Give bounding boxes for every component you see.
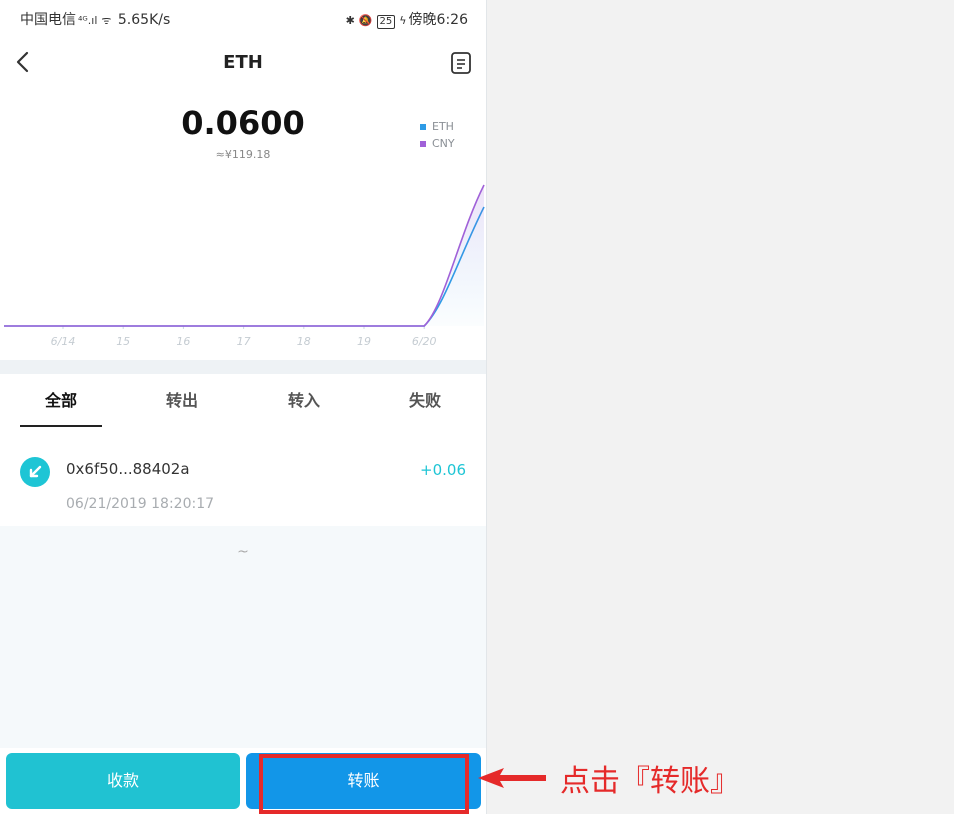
receive-button[interactable]: 收款 (6, 753, 240, 809)
nav-bar: ETH (0, 36, 486, 90)
bluetooth-icon: ✱ (345, 14, 355, 27)
tab-failed[interactable]: 失败 (364, 374, 486, 428)
chart-legend: ETH CNY (420, 118, 455, 152)
incoming-transfer-icon (20, 457, 50, 487)
transaction-time: 06/21/2019 18:20:17 (66, 496, 215, 512)
carrier-name: 中国电信 (20, 12, 76, 28)
tab-all[interactable]: 全部 (0, 374, 122, 428)
wifi-icon: ᯤ (101, 14, 112, 27)
x-tick-label: 6/20 (412, 335, 437, 348)
mute-icon: 🔕 (358, 14, 373, 27)
x-tick-label: 17 (237, 335, 251, 348)
tab-incoming[interactable]: 转入 (243, 374, 365, 428)
x-tick-label: 18 (297, 335, 311, 348)
legend-label-cny: CNY (432, 137, 455, 150)
series-area-fill (4, 185, 484, 326)
clock: 傍晚6:26 (408, 12, 468, 28)
legend-label-eth: ETH (432, 120, 454, 133)
transaction-hash: 0x6f50...88402a (66, 460, 190, 478)
legend-swatch-cny (420, 141, 426, 147)
x-tick-label: 15 (116, 335, 130, 348)
legend-item-cny: CNY (420, 135, 455, 152)
transaction-tabs: 全部 转出 转入 失败 (0, 374, 486, 428)
tab-outgoing[interactable]: 转出 (121, 374, 243, 428)
network-speed: 5.65K/s (117, 12, 171, 28)
status-left: 中国电信 ⁴ᴳ.ıl ᯤ 5.65K/s (20, 9, 170, 29)
legend-swatch-eth (420, 124, 426, 130)
x-tick-label: 6/14 (51, 335, 76, 348)
x-tick-label: 19 (357, 335, 371, 348)
active-tab-indicator (20, 425, 102, 427)
balance-amount: 0.0600 (181, 104, 305, 142)
records-icon[interactable] (448, 50, 474, 76)
annotation-arrow-icon (478, 768, 546, 788)
legend-item-eth: ETH (420, 118, 455, 135)
list-end-marker: ~ (237, 544, 249, 560)
balance-chart-panel: 6/14 15 16 17 18 19 6/20 0.0600 ≈¥119.18 ETH C… (0, 90, 486, 360)
phone-screen: 中国电信 ⁴ᴳ.ıl ᯤ 5.65K/s ✱ 🔕 25 ϟ 傍晚6:26 ETH 6/14 1… (0, 0, 487, 814)
transfer-button[interactable]: 转账 (246, 753, 481, 809)
transaction-list: 0x6f50...88402a +0.06 06/21/2019 18:20:1… (0, 428, 486, 526)
series-line-eth (4, 206, 485, 327)
annotation-text: 点击『转账』 (560, 764, 740, 799)
page-title: ETH (223, 52, 263, 73)
signal-icon: ⁴ᴳ.ıl (78, 14, 98, 27)
series-line-cny (4, 184, 485, 327)
transaction-amount: +0.06 (420, 461, 466, 479)
battery-icon: 25 (376, 15, 396, 29)
balance-cny-value: ≈¥119.18 (215, 148, 271, 161)
transaction-row[interactable]: 0x6f50...88402a +0.06 06/21/2019 18:20:1… (0, 428, 486, 526)
status-bar: 中国电信 ⁴ᴳ.ıl ᯤ 5.65K/s ✱ 🔕 25 ϟ 傍晚6:26 (0, 0, 486, 36)
section-divider (0, 360, 486, 374)
bottom-action-bar: 收款 转账 (0, 748, 486, 814)
status-right: ✱ 🔕 25 ϟ 傍晚6:26 (344, 9, 468, 29)
charging-icon: ϟ (399, 14, 407, 27)
x-tick-label: 16 (176, 335, 190, 348)
